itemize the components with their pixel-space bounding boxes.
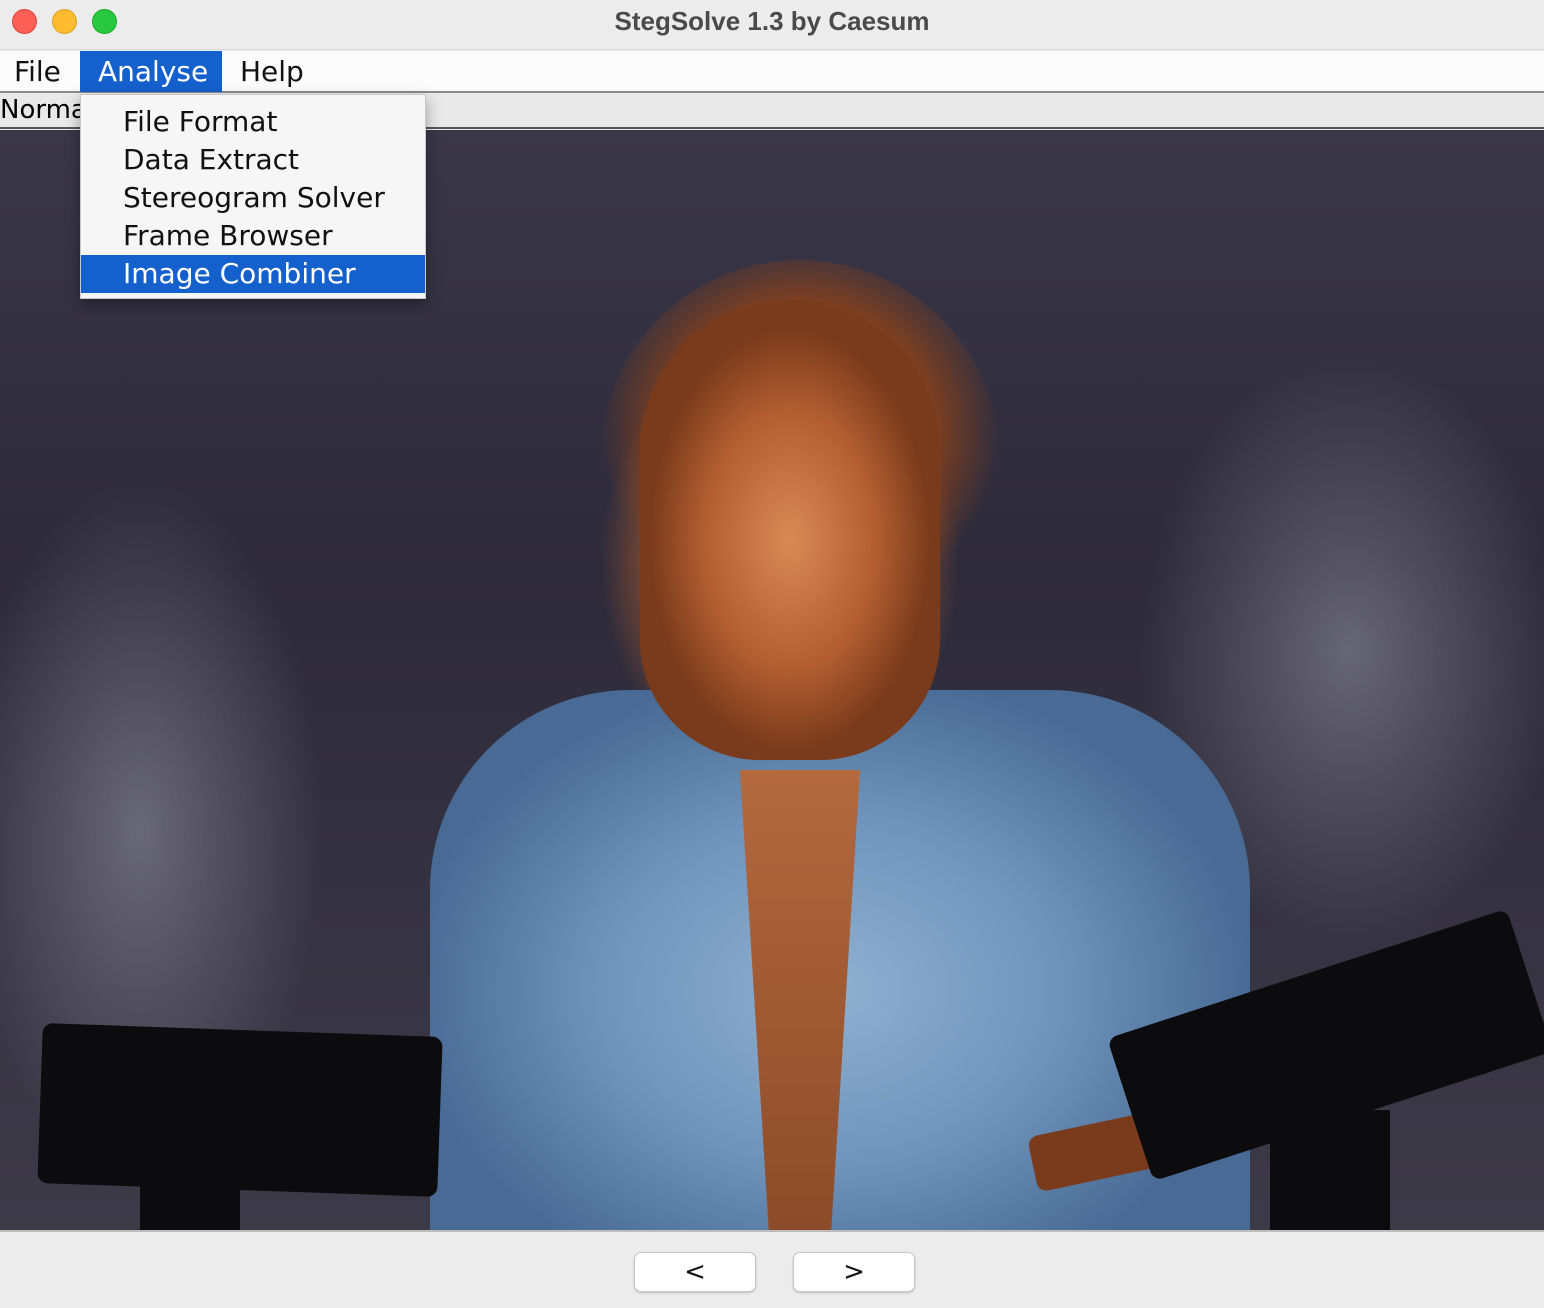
title-bar: StegSolve 1.3 by Caesum xyxy=(0,0,1544,50)
menu-analyse[interactable]: Analyse xyxy=(80,51,222,92)
menu-item-file-format[interactable]: File Format xyxy=(81,103,425,141)
window-title: StegSolve 1.3 by Caesum xyxy=(614,6,930,36)
photo-region xyxy=(640,300,940,760)
previous-plane-button[interactable]: < xyxy=(634,1252,756,1292)
photo-region xyxy=(1270,1110,1390,1230)
menu-item-frame-browser[interactable]: Frame Browser xyxy=(81,217,425,255)
menu-item-image-combiner[interactable]: Image Combiner xyxy=(81,255,425,293)
menu-item-data-extract[interactable]: Data Extract xyxy=(81,141,425,179)
menu-file[interactable]: File xyxy=(0,51,75,92)
menu-item-stereogram-solver[interactable]: Stereogram Solver xyxy=(81,179,425,217)
next-plane-button[interactable]: > xyxy=(793,1252,915,1292)
photo-region xyxy=(37,1023,443,1197)
menu-help[interactable]: Help xyxy=(226,51,318,92)
menu-bar: File Analyse Help xyxy=(0,51,1544,93)
bottom-navigation-bar: < > xyxy=(0,1230,1544,1308)
analyse-dropdown-menu: File Format Data Extract Stereogram Solv… xyxy=(80,94,426,299)
photo-region xyxy=(140,1150,240,1230)
